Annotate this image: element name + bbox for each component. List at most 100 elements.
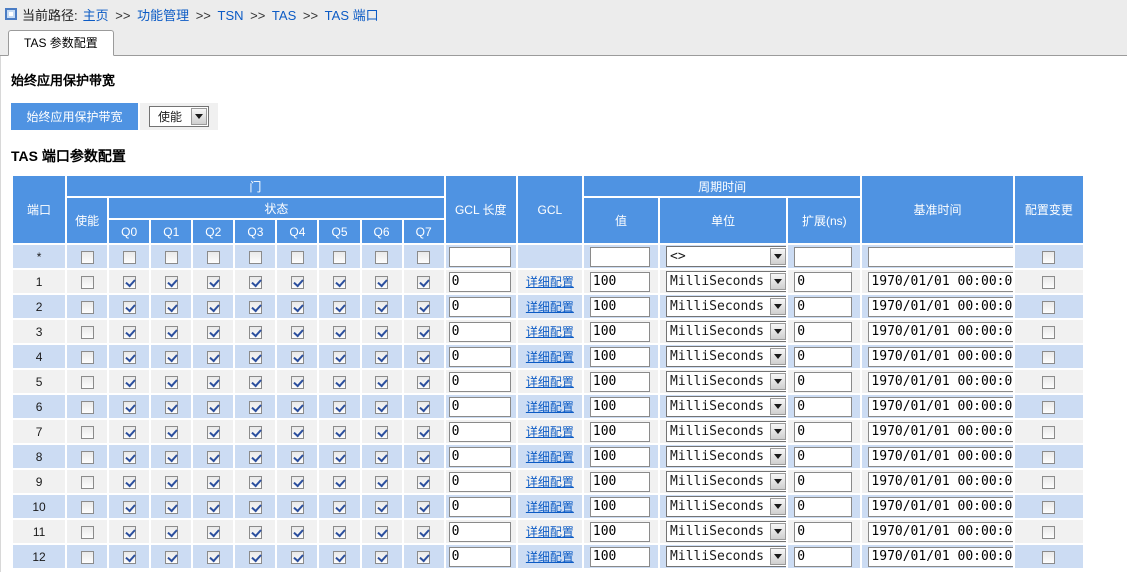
dropdown-arrow-icon[interactable] [770,523,786,540]
q0-checkbox[interactable] [123,451,136,464]
q1-checkbox[interactable] [165,276,178,289]
unit-select[interactable]: MilliSeconds [666,371,786,392]
q5-checkbox[interactable] [333,426,346,439]
gcl-length-input[interactable] [449,472,511,492]
q6-checkbox[interactable] [375,376,388,389]
q0-checkbox[interactable] [123,476,136,489]
enable-checkbox[interactable] [81,476,94,489]
gcl-detail-link[interactable]: 详细配置 [526,425,574,439]
base-time-input[interactable] [868,347,1012,367]
base-time-input[interactable] [868,272,1012,292]
extension-input[interactable] [794,247,852,267]
enable-checkbox[interactable] [81,276,94,289]
q0-checkbox[interactable] [123,501,136,514]
q7-checkbox[interactable] [417,276,430,289]
gcl-detail-link[interactable]: 详细配置 [526,450,574,464]
extension-input[interactable] [794,497,852,517]
config-change-checkbox[interactable] [1042,426,1055,439]
q0-checkbox[interactable] [123,276,136,289]
unit-select[interactable]: MilliSeconds [666,296,786,317]
q6-checkbox[interactable] [375,451,388,464]
extension-input[interactable] [794,347,852,367]
cycle-value-input[interactable] [590,372,650,392]
unit-select[interactable]: MilliSeconds [666,321,786,342]
q7-checkbox[interactable] [417,351,430,364]
tab-tas-param-config[interactable]: TAS 参数配置 [8,30,114,56]
q4-checkbox[interactable] [291,251,304,264]
q5-checkbox[interactable] [333,476,346,489]
q3-checkbox[interactable] [249,301,262,314]
q1-checkbox[interactable] [165,426,178,439]
breadcrumb-link-4[interactable]: TAS 端口 [325,8,379,23]
q7-checkbox[interactable] [417,301,430,314]
gcl-detail-link[interactable]: 详细配置 [526,500,574,514]
q1-checkbox[interactable] [165,551,178,564]
q3-checkbox[interactable] [249,251,262,264]
base-time-input[interactable] [868,297,1012,317]
q4-checkbox[interactable] [291,376,304,389]
q0-checkbox[interactable] [123,426,136,439]
breadcrumb-link-1[interactable]: 功能管理 [137,8,189,23]
q3-checkbox[interactable] [249,501,262,514]
gcl-detail-link[interactable]: 详细配置 [526,300,574,314]
q5-checkbox[interactable] [333,451,346,464]
q1-checkbox[interactable] [165,476,178,489]
extension-input[interactable] [794,447,852,467]
q2-checkbox[interactable] [207,526,220,539]
cycle-value-input[interactable] [590,547,650,567]
q3-checkbox[interactable] [249,326,262,339]
q7-checkbox[interactable] [417,326,430,339]
protect-bandwidth-select[interactable]: 使能 [149,106,209,127]
q4-checkbox[interactable] [291,551,304,564]
q7-checkbox[interactable] [417,401,430,414]
q4-checkbox[interactable] [291,451,304,464]
cycle-value-input[interactable] [590,347,650,367]
base-time-input[interactable] [868,497,1012,517]
cycle-value-input[interactable] [590,447,650,467]
q2-checkbox[interactable] [207,326,220,339]
extension-input[interactable] [794,422,852,442]
enable-checkbox[interactable] [81,401,94,414]
q2-checkbox[interactable] [207,451,220,464]
gcl-length-input[interactable] [449,522,511,542]
q4-checkbox[interactable] [291,301,304,314]
base-time-input[interactable] [868,472,1012,492]
q2-checkbox[interactable] [207,476,220,489]
q3-checkbox[interactable] [249,426,262,439]
base-time-input[interactable] [868,372,1012,392]
q2-checkbox[interactable] [207,351,220,364]
q2-checkbox[interactable] [207,251,220,264]
cycle-value-input[interactable] [590,422,650,442]
unit-select[interactable]: MilliSeconds [666,496,786,517]
cycle-value-input[interactable] [590,472,650,492]
q4-checkbox[interactable] [291,476,304,489]
enable-checkbox[interactable] [81,551,94,564]
gcl-length-input[interactable] [449,447,511,467]
dropdown-arrow-icon[interactable] [770,548,786,565]
config-change-checkbox[interactable] [1042,376,1055,389]
gcl-length-input[interactable] [449,497,511,517]
q6-checkbox[interactable] [375,551,388,564]
q6-checkbox[interactable] [375,351,388,364]
q1-checkbox[interactable] [165,251,178,264]
dropdown-arrow-icon[interactable] [770,323,786,340]
q6-checkbox[interactable] [375,276,388,289]
config-change-checkbox[interactable] [1042,551,1055,564]
gcl-detail-link[interactable]: 详细配置 [526,525,574,539]
q7-checkbox[interactable] [417,451,430,464]
gcl-detail-link[interactable]: 详细配置 [526,550,574,564]
q4-checkbox[interactable] [291,326,304,339]
q1-checkbox[interactable] [165,351,178,364]
q5-checkbox[interactable] [333,501,346,514]
gcl-length-input[interactable] [449,547,511,567]
q3-checkbox[interactable] [249,276,262,289]
dropdown-arrow-icon[interactable] [770,273,786,290]
gcl-detail-link[interactable]: 详细配置 [526,375,574,389]
unit-select[interactable]: MilliSeconds [666,546,786,567]
q5-checkbox[interactable] [333,276,346,289]
dropdown-arrow-icon[interactable] [770,298,786,315]
config-change-checkbox[interactable] [1042,526,1055,539]
enable-checkbox[interactable] [81,301,94,314]
q7-checkbox[interactable] [417,551,430,564]
q7-checkbox[interactable] [417,426,430,439]
